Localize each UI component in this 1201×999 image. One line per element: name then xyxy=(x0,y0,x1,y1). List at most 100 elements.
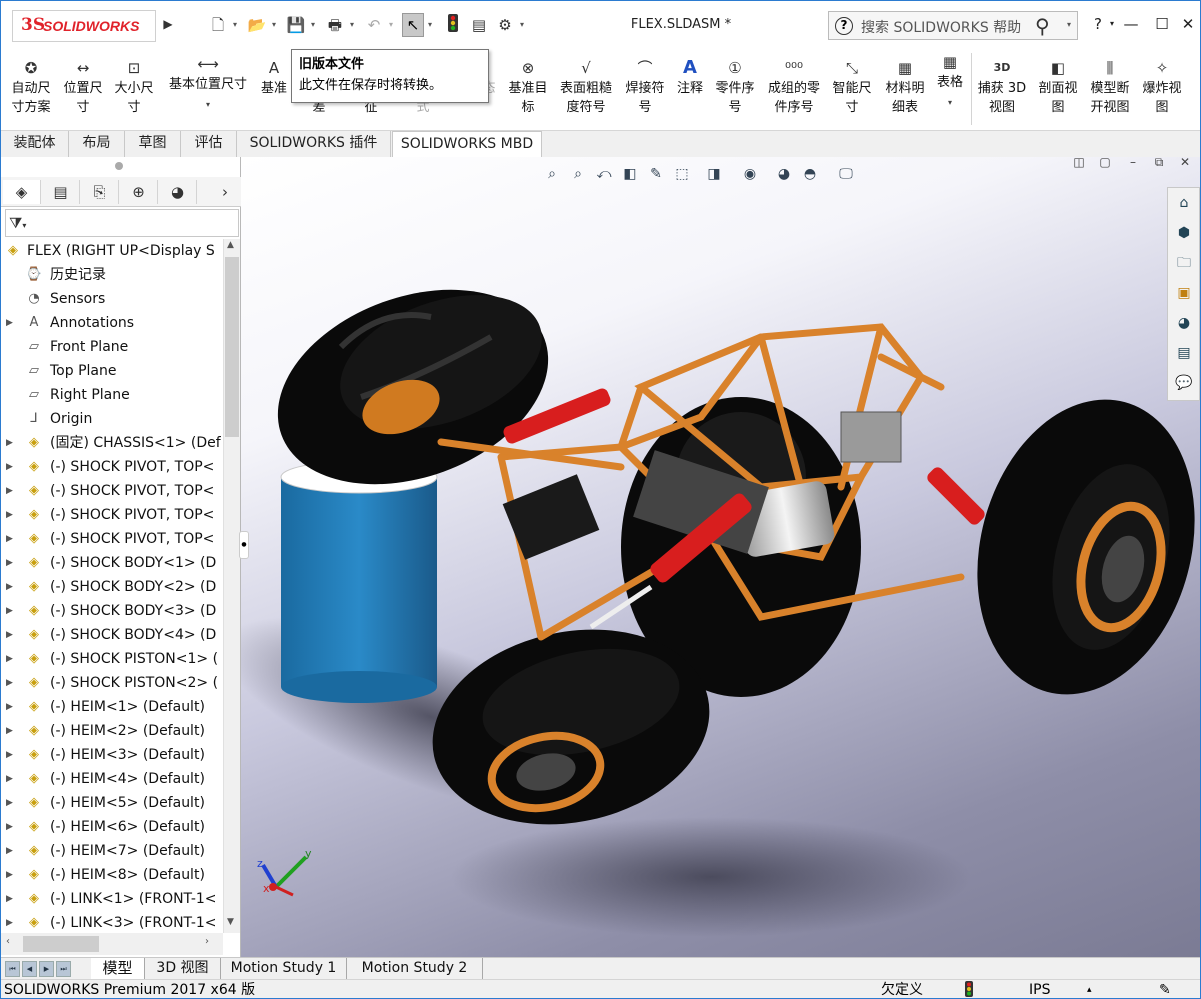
tree-item[interactable]: ▱ Front Plane xyxy=(1,335,223,359)
prev-tab-arrow-icon[interactable]: ◀ xyxy=(22,961,37,977)
dropdown-arrow-icon[interactable]: ▾ xyxy=(206,100,210,109)
expand-arrow-icon[interactable]: ▶ xyxy=(6,719,16,743)
tree-item[interactable]: ▶ ◈ (-) SHOCK PIVOT, TOP< xyxy=(1,527,223,551)
select-dropdown-icon[interactable]: ▾ xyxy=(428,14,437,36)
undo-dropdown-icon[interactable]: ▾ xyxy=(389,14,398,36)
tree-filter[interactable]: ⧩▾ xyxy=(5,209,239,237)
tree-item[interactable]: ▶ ◈ (-) HEIM<1> (Default) xyxy=(1,695,223,719)
tree-item[interactable]: ⅃ Origin xyxy=(1,407,223,431)
tab-model[interactable]: 模型 xyxy=(91,958,145,980)
tree-item[interactable]: ▶ ◈ (-) HEIM<2> (Default) xyxy=(1,719,223,743)
help-search-box[interactable]: ? 搜索 SOLIDWORKS 帮助 ⚲ ▾ xyxy=(828,11,1078,40)
table-button[interactable]: ▦ 表格 ▾ xyxy=(932,53,968,112)
scrollbar-thumb[interactable] xyxy=(23,936,99,952)
menu-expand-arrow-icon[interactable]: ▶ xyxy=(161,13,175,35)
minimize-button[interactable]: — xyxy=(1120,13,1142,35)
pane-collapse-handle[interactable]: ● xyxy=(239,531,249,559)
tree-item[interactable]: ▶ ◈ (-) HEIM<5> (Default) xyxy=(1,791,223,815)
file-properties-icon[interactable]: ▤ xyxy=(468,14,490,36)
capture-3d-view-button[interactable]: 3D 捕获 3D 视图 xyxy=(974,59,1030,117)
tab-motion-study-2[interactable]: Motion Study 2 xyxy=(347,958,483,980)
expand-arrow-icon[interactable]: ▶ xyxy=(6,863,16,887)
graphics-area[interactable]: ◫ ▢ – ⧉ ✕ ⌕ ⌕ ⤺ ◧ ✎ ⬚ ◨ ◉ ◕ ◓ 🖵 y z x ⌂ … xyxy=(241,157,1200,957)
quick-tips-icon[interactable]: ✎ xyxy=(1159,980,1171,998)
tree-item[interactable]: ▶ ◈ (-) HEIM<8> (Default) xyxy=(1,863,223,887)
configuration-manager-tab-icon[interactable]: ⎘ xyxy=(81,180,119,204)
weld-symbol-button[interactable]: ⌒ 焊接符号 xyxy=(621,59,669,117)
save-icon[interactable]: 💾 xyxy=(285,14,307,36)
tree-item[interactable]: ▶ ◈ (-) LINK<3> (FRONT-1< xyxy=(1,911,223,933)
view-palette-icon[interactable]: ▣ xyxy=(1173,282,1195,304)
blue-cylinder[interactable] xyxy=(280,460,438,703)
expand-arrow-icon[interactable]: ▶ xyxy=(6,743,16,767)
units-dropdown-icon[interactable]: ▴ xyxy=(1087,980,1092,998)
note-button[interactable]: A 注释 xyxy=(672,59,708,98)
bill-of-materials-button[interactable]: ▦ 材料明 细表 xyxy=(881,59,929,117)
section-view-button[interactable]: ◧ 剖面视图 xyxy=(1033,59,1083,117)
options-gear-icon[interactable]: ⚙ xyxy=(494,14,516,36)
close-button[interactable]: ✕ xyxy=(1177,13,1199,35)
property-manager-tab-icon[interactable]: ▤ xyxy=(42,180,80,204)
tree-item[interactable]: ▶ ◈ (-) SHOCK BODY<2> (D xyxy=(1,575,223,599)
tab-sketch[interactable]: 草图 xyxy=(125,131,181,157)
tree-item[interactable]: ▶ ◈ (-) LINK<1> (FRONT-1< xyxy=(1,887,223,911)
expand-arrow-icon[interactable]: ▶ xyxy=(6,695,16,719)
tree-item[interactable]: ▶ ◈ (-) SHOCK BODY<1> (D xyxy=(1,551,223,575)
pane-grip-icon[interactable] xyxy=(115,162,123,170)
expand-arrow-icon[interactable]: ▶ xyxy=(6,623,16,647)
model-break-view-button[interactable]: ⫼ 模型断 开视图 xyxy=(1085,59,1135,117)
expand-arrow-icon[interactable]: ▶ xyxy=(6,575,16,599)
tire-front-right[interactable] xyxy=(946,375,1200,719)
print-dropdown-icon[interactable]: ▾ xyxy=(350,14,359,36)
filter-funnel-icon[interactable]: ⧩ xyxy=(9,214,22,232)
expand-arrow-icon[interactable]: ▶ xyxy=(6,551,16,575)
tree-item[interactable]: ▶ ◈ (-) SHOCK PIVOT, TOP< xyxy=(1,455,223,479)
help-question-icon[interactable]: ? xyxy=(835,17,853,35)
tab-layout[interactable]: 布局 xyxy=(69,131,125,157)
expand-arrow-icon[interactable]: ▶ xyxy=(6,479,16,503)
new-dropdown-icon[interactable]: ▾ xyxy=(233,14,242,36)
last-tab-arrow-icon[interactable]: ⏭ xyxy=(56,961,71,977)
expand-arrow-icon[interactable]: ▶ xyxy=(6,839,16,863)
basic-location-dimension-button[interactable]: ⟷ 基本位置尺寸 ▾ xyxy=(163,55,253,114)
dropdown-arrow-icon[interactable]: ▾ xyxy=(948,98,952,107)
scroll-right-arrow-icon[interactable]: › xyxy=(205,936,209,947)
datum-button[interactable]: A 基准 xyxy=(256,59,292,98)
rebuild-traffic-light-icon[interactable] xyxy=(442,14,464,36)
tree-root[interactable]: ◈ FLEX (RIGHT UP<Display S xyxy=(1,239,223,263)
scroll-down-arrow-icon[interactable]: ▼ xyxy=(227,917,234,927)
dimxpert-manager-tab-icon[interactable]: ⊕ xyxy=(120,180,158,204)
display-manager-tab-icon[interactable]: ◕ xyxy=(159,180,197,204)
tree-item[interactable]: ◔ Sensors xyxy=(1,287,223,311)
more-tabs-chevron-icon[interactable]: › xyxy=(213,180,237,204)
print-icon[interactable]: 🖶 xyxy=(324,14,346,36)
next-tab-arrow-icon[interactable]: ▶ xyxy=(39,961,54,977)
tree-item[interactable]: ▶ A Annotations xyxy=(1,311,223,335)
save-dropdown-icon[interactable]: ▾ xyxy=(311,14,320,36)
first-tab-arrow-icon[interactable]: ⏮ xyxy=(5,961,20,977)
exploded-view-button[interactable]: ✧ 爆炸视图 xyxy=(1138,59,1186,117)
design-library-icon[interactable]: ⬢ xyxy=(1173,222,1195,244)
tab-motion-study-1[interactable]: Motion Study 1 xyxy=(221,958,347,980)
esc-heatsink[interactable] xyxy=(840,411,902,463)
search-dropdown-icon[interactable]: ▾ xyxy=(1067,20,1071,29)
expand-arrow-icon[interactable]: ▶ xyxy=(6,431,16,455)
expand-arrow-icon[interactable]: ▶ xyxy=(6,311,16,335)
tree-item[interactable]: ▶ ◈ (-) HEIM<4> (Default) xyxy=(1,767,223,791)
expand-arrow-icon[interactable]: ▶ xyxy=(6,503,16,527)
expand-arrow-icon[interactable]: ▶ xyxy=(6,647,16,671)
datum-target-button[interactable]: ⊗ 基准目标 xyxy=(504,59,552,117)
new-document-icon[interactable]: 🗋 xyxy=(207,14,229,36)
balloon-button[interactable]: ① 零件序号 xyxy=(711,59,759,117)
tree-item[interactable]: ▶ ◈ (固定) CHASSIS<1> (Def xyxy=(1,431,223,455)
tree-item[interactable]: ▶ ◈ (-) SHOCK PISTON<1> ( xyxy=(1,647,223,671)
solidworks-resources-home-icon[interactable]: ⌂ xyxy=(1173,192,1195,214)
expand-arrow-icon[interactable]: ▶ xyxy=(6,767,16,791)
tree-item[interactable]: ▶ ◈ (-) HEIM<3> (Default) xyxy=(1,743,223,767)
tree-item[interactable]: ▱ Right Plane xyxy=(1,383,223,407)
location-dimension-button[interactable]: ↔ 位置尺寸 xyxy=(59,59,107,117)
expand-arrow-icon[interactable]: ▶ xyxy=(6,599,16,623)
surface-finish-button[interactable]: √ 表面粗糙 度符号 xyxy=(556,59,616,117)
tab-evaluate[interactable]: 评估 xyxy=(181,131,237,157)
file-explorer-folder-icon[interactable]: 🗀 xyxy=(1173,252,1195,274)
